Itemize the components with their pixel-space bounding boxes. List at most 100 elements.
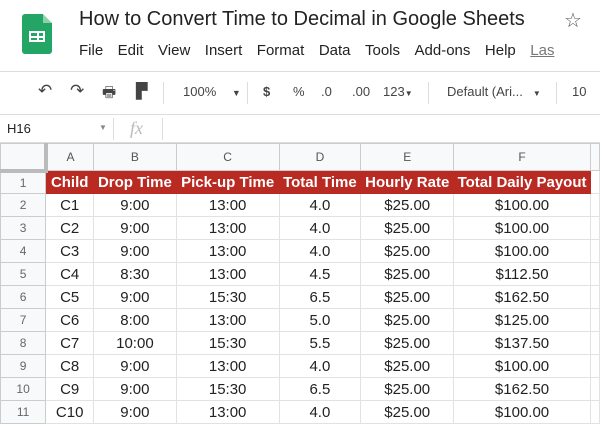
column-header-e[interactable]: E	[360, 143, 455, 171]
cell[interactable]: 10:00	[93, 331, 177, 355]
cell[interactable]: 4.0	[278, 193, 362, 217]
cell[interactable]: 9:00	[93, 193, 177, 217]
font-size-input[interactable]: 10	[572, 84, 586, 99]
cell[interactable]: 4.0	[278, 400, 362, 424]
cell[interactable]: 9:00	[93, 285, 177, 309]
cell[interactable]: $25.00	[360, 262, 455, 286]
cell[interactable]	[589, 331, 600, 355]
cell[interactable]: $162.50	[453, 285, 591, 309]
star-icon[interactable]: ☆	[564, 8, 582, 33]
column-header-g[interactable]	[589, 143, 600, 171]
cell[interactable]: $25.00	[360, 193, 455, 217]
cell[interactable]: C10	[45, 400, 95, 424]
cell[interactable]: $25.00	[360, 331, 455, 355]
cell[interactable]: $100.00	[453, 216, 591, 240]
cell[interactable]: $112.50	[453, 262, 591, 286]
cell[interactable]: $100.00	[453, 354, 591, 378]
percent-button[interactable]: %	[293, 84, 305, 99]
cell[interactable]: 5.0	[278, 308, 362, 332]
cell[interactable]: $162.50	[453, 377, 591, 401]
cell[interactable]: 6.5	[278, 377, 362, 401]
cell[interactable]	[589, 193, 600, 217]
cell[interactable]: 15:30	[175, 285, 280, 309]
sheets-logo[interactable]	[22, 14, 52, 54]
cell[interactable]: C7	[45, 331, 95, 355]
cell[interactable]: 13:00	[175, 354, 280, 378]
cell[interactable]: $25.00	[360, 285, 455, 309]
menu-tools[interactable]: Tools	[365, 42, 400, 59]
row-header[interactable]: 11	[0, 400, 47, 424]
cell[interactable]: $25.00	[360, 239, 455, 263]
header-cell[interactable]: Hourly Rate	[360, 170, 455, 194]
column-header-f[interactable]: F	[453, 143, 591, 171]
cell[interactable]: C4	[45, 262, 95, 286]
cell[interactable]: 6.5	[278, 285, 362, 309]
cell[interactable]: C2	[45, 216, 95, 240]
cell[interactable]: 9:00	[93, 216, 177, 240]
cell[interactable]	[589, 354, 600, 378]
cell[interactable]: $25.00	[360, 308, 455, 332]
menu-add-ons[interactable]: Add-ons	[415, 42, 471, 59]
row-header[interactable]: 10	[0, 377, 47, 401]
redo-icon[interactable]: ↷	[70, 81, 84, 101]
document-title[interactable]: How to Convert Time to Decimal in Google…	[79, 8, 525, 31]
cell[interactable]: $100.00	[453, 193, 591, 217]
select-all-corner[interactable]	[0, 143, 48, 173]
more-formats-button[interactable]: 123▼	[383, 84, 413, 99]
cell[interactable]: 13:00	[175, 239, 280, 263]
menu-data[interactable]: Data	[319, 42, 351, 59]
column-header-b[interactable]: B	[93, 143, 177, 171]
cell[interactable]	[589, 216, 600, 240]
cell[interactable]: 13:00	[175, 216, 280, 240]
cell[interactable]: $100.00	[453, 239, 591, 263]
font-select[interactable]: Default (Ari... ▼	[447, 84, 541, 99]
header-cell[interactable]: Drop Time	[93, 170, 177, 194]
cell[interactable]: 4.0	[278, 354, 362, 378]
cell[interactable]	[589, 170, 600, 194]
name-box[interactable]: H16	[7, 121, 31, 136]
cell[interactable]: $25.00	[360, 354, 455, 378]
cell[interactable]: 13:00	[175, 308, 280, 332]
currency-button[interactable]: $	[263, 84, 270, 99]
menu-insert[interactable]: Insert	[205, 42, 243, 59]
cell[interactable]: 8:30	[93, 262, 177, 286]
cell[interactable]: C1	[45, 193, 95, 217]
header-cell[interactable]: Total Time	[278, 170, 362, 194]
cell[interactable]: 4.0	[278, 239, 362, 263]
cell[interactable]	[589, 239, 600, 263]
header-cell[interactable]: Total Daily Payout	[453, 170, 591, 194]
cell[interactable]: 13:00	[175, 262, 280, 286]
row-header[interactable]: 9	[0, 354, 47, 378]
column-header-c[interactable]: C	[175, 143, 280, 171]
header-cell[interactable]: Pick-up Time	[175, 170, 280, 194]
cell[interactable]: 9:00	[93, 377, 177, 401]
increase-decimal-button[interactable]: .00	[352, 84, 370, 99]
cell[interactable]: 13:00	[175, 400, 280, 424]
cell[interactable]: $25.00	[360, 377, 455, 401]
cell[interactable]: 15:30	[175, 377, 280, 401]
cell[interactable]: $25.00	[360, 400, 455, 424]
last-edit-link[interactable]: Las	[530, 42, 554, 59]
row-header[interactable]: 4	[0, 239, 47, 263]
print-icon[interactable]: 🖶	[102, 82, 116, 107]
row-header[interactable]: 2	[0, 193, 47, 217]
cell[interactable]: $137.50	[453, 331, 591, 355]
cell[interactable]	[589, 262, 600, 286]
cell[interactable]	[589, 377, 600, 401]
column-header-a[interactable]: A	[45, 143, 95, 171]
cell[interactable]: $100.00	[453, 400, 591, 424]
cell[interactable]: 4.0	[278, 216, 362, 240]
cell[interactable]: C3	[45, 239, 95, 263]
chevron-down-icon[interactable]: ▼	[99, 123, 107, 132]
decrease-decimal-button[interactable]: .0	[321, 84, 332, 99]
menu-view[interactable]: View	[158, 42, 190, 59]
menu-help[interactable]: Help	[485, 42, 516, 59]
row-header[interactable]: 1	[0, 170, 47, 194]
row-header[interactable]: 5	[0, 262, 47, 286]
cell[interactable]	[589, 308, 600, 332]
paint-format-icon[interactable]: ▛	[136, 82, 148, 100]
cell[interactable]: 9:00	[93, 400, 177, 424]
cell[interactable]: 5.5	[278, 331, 362, 355]
menu-file[interactable]: File	[79, 42, 103, 59]
header-cell[interactable]: Child	[45, 170, 95, 194]
